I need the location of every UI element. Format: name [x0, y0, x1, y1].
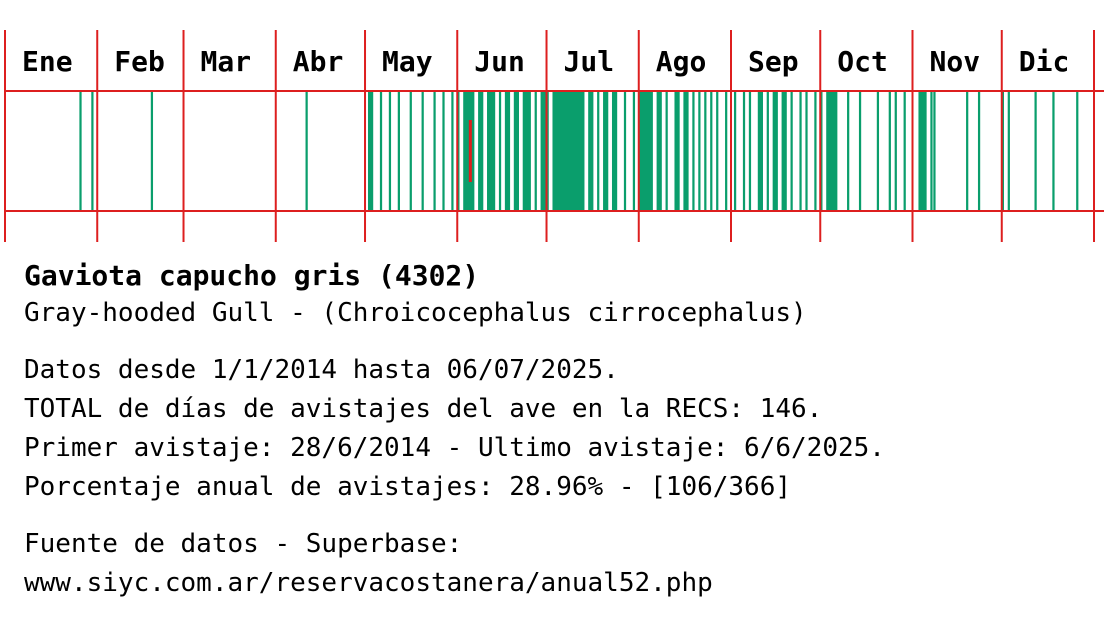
sighting-bar — [611, 91, 618, 211]
sighting-bar — [665, 91, 668, 211]
sighting-bar — [397, 91, 400, 211]
stats-first-last: Primer avistaje: 28/6/2014 - Ultimo avis… — [24, 433, 885, 463]
info-panel: Gaviota capucho gris (4302) Gray-hooded … — [24, 258, 1104, 603]
sighting-bar — [1007, 91, 1010, 211]
sighting-bar — [451, 91, 454, 211]
sighting-bar — [513, 91, 520, 211]
sighting-bar — [1052, 91, 1055, 211]
sighting-bar — [603, 91, 609, 211]
sighting-bar — [847, 91, 850, 211]
sighting-bar — [805, 91, 808, 211]
sighting-bar — [858, 91, 862, 211]
stats-percentage: Porcentaje anual de avistajes: 28.96% - … — [24, 472, 792, 502]
sighting-bar — [799, 91, 802, 211]
bird-subtitle: Gray-hooded Gull - (Chroicocephalus cirr… — [24, 298, 807, 328]
sighting-bar — [933, 91, 936, 211]
sighting-bar — [918, 91, 927, 211]
sighting-bar — [725, 91, 728, 211]
month-label-feb: Feb — [114, 45, 165, 78]
sighting-bar — [966, 91, 969, 211]
stats-total-days: TOTAL de días de avistajes del ave en la… — [24, 394, 823, 424]
sighting-bar — [888, 91, 891, 211]
sighting-bar — [79, 91, 82, 211]
sighting-bar — [588, 91, 594, 211]
month-label-jul: Jul — [564, 45, 615, 78]
sighting-bar — [1076, 91, 1079, 211]
sighting-bar — [487, 91, 496, 211]
sighting-bar — [790, 91, 793, 211]
sighting-bar — [368, 91, 374, 211]
sighting-bar — [876, 91, 880, 211]
sighting-bar — [656, 91, 662, 211]
sighting-bar — [930, 91, 933, 211]
sighting-bar — [814, 91, 817, 211]
sighting-bar — [742, 91, 746, 211]
sighting-bar — [498, 91, 502, 211]
sighting-bar — [552, 91, 585, 211]
sighting-bar — [540, 91, 549, 211]
sighting-bar — [716, 91, 719, 211]
sighting-bars — [79, 91, 1079, 211]
sighting-bar — [632, 91, 636, 211]
sighting-bar — [766, 91, 769, 211]
month-label-jun: Jun — [474, 45, 525, 78]
sighting-bar — [674, 91, 680, 211]
sighting-bar — [903, 91, 906, 211]
sighting-bar — [305, 91, 308, 211]
source-label: Fuente de datos - Superbase: — [24, 529, 463, 559]
sighting-bar — [894, 91, 897, 211]
sighting-bar — [409, 91, 412, 211]
sighting-bar — [733, 91, 737, 211]
sighting-bar — [433, 91, 436, 211]
month-label-abr: Abr — [293, 45, 344, 78]
sighting-bar — [748, 91, 752, 211]
sighting-bar — [463, 91, 475, 211]
month-label-sep: Sep — [748, 45, 799, 78]
sighting-bar — [522, 91, 531, 211]
sighting-bar — [710, 91, 713, 211]
month-label-mar: Mar — [201, 45, 252, 78]
sighting-bar — [704, 91, 707, 211]
annual-sightings-chart: Ene Feb Mar Abr May Jun Jul Ago Sep Oct Nov Dic — [4, 30, 1104, 242]
month-label-may: May — [382, 45, 433, 78]
sighting-bar — [698, 91, 701, 211]
sighting-bar — [534, 91, 537, 211]
sighting-bar — [623, 91, 627, 211]
sighting-bar — [504, 91, 511, 211]
sighting-bar — [772, 91, 778, 211]
sighting-bar — [388, 91, 392, 211]
sighting-bar — [91, 91, 94, 211]
sighting-bar — [379, 91, 383, 211]
month-label-dic: Dic — [1019, 45, 1070, 78]
stats-date-range: Datos desde 1/1/2014 hasta 06/07/2025. — [24, 355, 619, 385]
bird-title: Gaviota capucho gris (4302) — [24, 259, 480, 292]
source-url: www.siyc.com.ar/reservacostanera/anual52… — [24, 568, 713, 598]
sighting-bar — [478, 91, 484, 211]
month-label-ene: Ene — [22, 45, 73, 78]
sighting-bar — [1034, 91, 1037, 211]
sighting-bar — [638, 91, 653, 211]
sighting-bar — [757, 91, 763, 211]
sighting-bar — [781, 91, 787, 211]
month-label-nov: Nov — [930, 45, 981, 78]
sighting-bar — [977, 91, 981, 211]
sighting-bar — [442, 91, 445, 211]
sighting-bar — [597, 91, 600, 211]
month-label-ago: Ago — [656, 45, 707, 78]
sighting-bar — [150, 91, 154, 211]
last-sighting-marker — [468, 120, 472, 182]
month-label-oct: Oct — [837, 45, 888, 78]
sighting-bar — [826, 91, 838, 211]
sighting-bar — [692, 91, 695, 211]
sighting-bar — [683, 91, 689, 211]
sighting-bar — [421, 91, 424, 211]
